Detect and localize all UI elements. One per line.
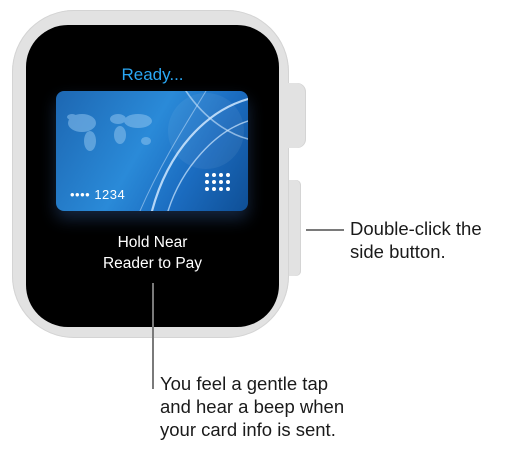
side-button[interactable] xyxy=(289,180,301,276)
tap-callout: You feel a gentle tap and hear a beep wh… xyxy=(160,372,344,441)
hold-line-1: Hold Near xyxy=(117,234,188,251)
side-button-callout-line-2: side button. xyxy=(350,241,446,262)
tap-callout-line-1: You feel a gentle tap xyxy=(160,373,329,394)
tap-callout-line-3: your card info is sent. xyxy=(160,419,336,440)
side-button-callout-line-1: Double-click the xyxy=(350,218,482,239)
hold-line-2: Reader to Pay xyxy=(102,255,203,272)
tap-leader-line xyxy=(152,283,154,389)
digital-crown xyxy=(288,83,306,148)
side-button-leader-line xyxy=(306,229,344,231)
payment-card[interactable]: •••• 1234 xyxy=(56,91,248,211)
watch-screen: Ready... •••• 1234 Hold Near Reader to P… xyxy=(26,25,279,327)
tap-callout-line-2: and hear a beep when xyxy=(160,396,345,417)
contactless-dots-icon xyxy=(205,173,230,191)
hold-instruction: Hold Near Reader to Pay xyxy=(26,232,279,274)
status-text: Ready... xyxy=(121,65,184,84)
card-number: •••• 1234 xyxy=(70,187,126,202)
side-button-callout: Double-click the side button. xyxy=(350,217,482,263)
